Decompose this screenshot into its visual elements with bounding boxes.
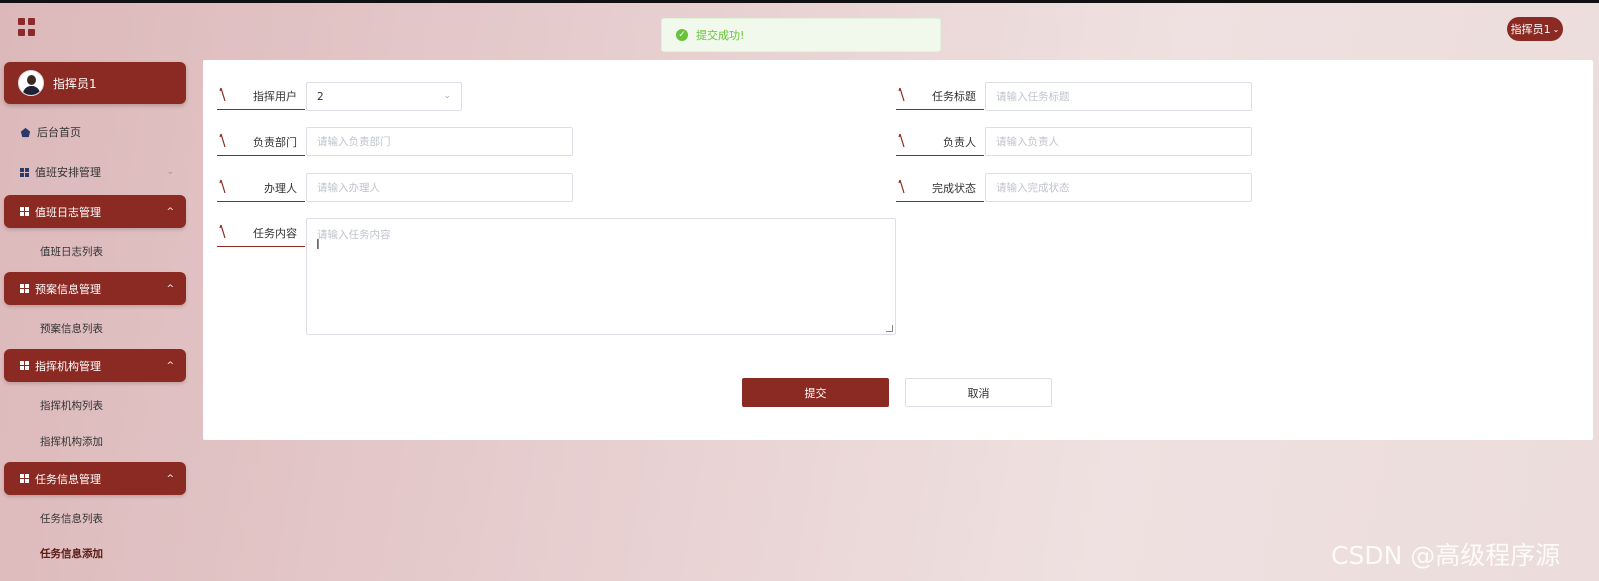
sidebar-item-task-add[interactable]: 任务信息添加: [40, 546, 103, 561]
chevron-up-icon: ^: [166, 206, 174, 217]
task-form-panel: 指挥用户 2 ⌄ 任务标题 请输入任务标题 负责部门 请输入负责部门 负责人 请…: [203, 60, 1593, 440]
dashboard-icon: [20, 361, 29, 370]
toast-message: 提交成功!: [696, 29, 745, 42]
text-cursor-icon: I: [316, 238, 320, 253]
dashboard-icon: [20, 284, 29, 293]
pen-icon: [898, 179, 905, 194]
sidebar-item-plan-list[interactable]: 预案信息列表: [40, 321, 103, 336]
chevron-down-icon: ⌄: [166, 167, 174, 177]
pen-icon: [898, 87, 905, 102]
status-label: 完成状态: [896, 174, 984, 202]
status-placeholder: 请输入完成状态: [996, 182, 1070, 194]
sidebar-item-duty-log-list[interactable]: 值班日志列表: [40, 244, 103, 259]
sidebar-group-plan-info[interactable]: 预案信息管理 ^: [4, 272, 186, 305]
department-input[interactable]: 请输入负责部门: [306, 127, 573, 156]
sidebar-group-task-info[interactable]: 任务信息管理 ^: [4, 462, 186, 495]
sidebar-item-org-list[interactable]: 指挥机构列表: [40, 398, 103, 413]
dashboard-icon: [20, 167, 29, 177]
home-icon: [20, 127, 31, 137]
menu-toggle-icon[interactable]: [18, 18, 36, 36]
sidebar-group-duty-schedule[interactable]: 值班安排管理 ⌄: [4, 154, 186, 190]
handler-input[interactable]: 请输入办理人: [306, 173, 573, 202]
sidebar-item-task-list[interactable]: 任务信息列表: [40, 511, 103, 526]
handler-placeholder: 请输入办理人: [317, 182, 380, 194]
success-toast: ✓ 提交成功!: [661, 18, 941, 52]
task-title-input[interactable]: 请输入任务标题: [985, 82, 1252, 111]
top-border: [0, 0, 1599, 3]
sidebar: 指挥员1 后台首页 值班安排管理 ⌄ 值班日志管理 ^ 值班日志列表 预案信息管…: [4, 62, 186, 560]
sidebar-group-label: 指挥机构管理: [35, 359, 101, 373]
sidebar-item-label: 后台首页: [37, 126, 81, 139]
department-label: 负责部门: [217, 128, 305, 156]
chevron-up-icon: ^: [166, 473, 174, 484]
chevron-down-icon: ⌄: [1552, 24, 1560, 34]
status-input[interactable]: 请输入完成状态: [985, 173, 1252, 202]
sidebar-group-label: 预案信息管理: [35, 282, 101, 296]
cancel-button[interactable]: 取消: [905, 378, 1052, 407]
avatar: [18, 70, 44, 96]
pen-icon: [219, 87, 226, 102]
pen-icon: [219, 224, 226, 239]
submit-button[interactable]: 提交: [742, 378, 889, 407]
sidebar-group-label: 值班日志管理: [35, 205, 101, 219]
sidebar-group-command-org[interactable]: 指挥机构管理 ^: [4, 349, 186, 382]
content-label: 任务内容: [217, 219, 305, 247]
profile-name: 指挥员1: [53, 76, 97, 91]
pen-icon: [898, 133, 905, 148]
content-placeholder: 请输入任务内容: [317, 229, 391, 241]
content-textarea[interactable]: 请输入任务内容: [306, 218, 896, 335]
pen-icon: [219, 179, 226, 194]
user-menu-button[interactable]: 指挥员1 ⌄: [1507, 17, 1563, 41]
sidebar-item-home[interactable]: 后台首页: [4, 114, 186, 150]
watermark: CSDN @高级程序源: [1331, 541, 1561, 570]
person-in-charge-input[interactable]: 请输入负责人: [985, 127, 1252, 156]
check-circle-icon: ✓: [676, 29, 688, 41]
chevron-up-icon: ^: [166, 283, 174, 294]
dashboard-icon: [20, 207, 29, 216]
task-title-placeholder: 请输入任务标题: [996, 91, 1070, 103]
chevron-up-icon: ^: [166, 360, 174, 371]
dashboard-icon: [20, 474, 29, 483]
pen-icon: [219, 133, 226, 148]
profile-card[interactable]: 指挥员1: [4, 62, 186, 104]
person-in-charge-label: 负责人: [896, 128, 984, 156]
person-in-charge-placeholder: 请输入负责人: [996, 136, 1059, 148]
sidebar-group-duty-log[interactable]: 值班日志管理 ^: [4, 195, 186, 228]
sidebar-group-label: 任务信息管理: [35, 472, 101, 486]
sidebar-group-label: 值班安排管理: [35, 166, 101, 179]
task-title-label: 任务标题: [896, 82, 984, 110]
resize-handle-icon[interactable]: [886, 325, 893, 332]
commander-user-value: 2: [317, 90, 324, 103]
commander-user-label: 指挥用户: [217, 82, 305, 110]
commander-user-select[interactable]: 2 ⌄: [306, 82, 462, 111]
chevron-down-icon: ⌄: [443, 91, 451, 101]
sidebar-item-org-add[interactable]: 指挥机构添加: [40, 434, 103, 449]
department-placeholder: 请输入负责部门: [317, 136, 391, 148]
handler-label: 办理人: [217, 174, 305, 202]
user-menu-label: 指挥员1: [1510, 23, 1551, 36]
